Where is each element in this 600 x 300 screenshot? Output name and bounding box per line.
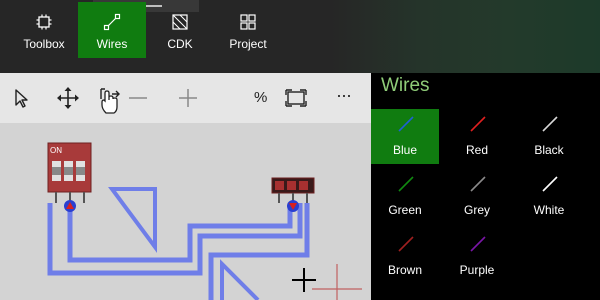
wire-option-brown[interactable]: Brown [371,229,439,284]
wire-icon [103,13,121,31]
tab-project[interactable]: Project [214,2,282,58]
chip-icon [36,14,52,30]
wire-option-label: White [533,203,565,217]
circuit-drawing: ON [47,142,362,300]
wire-option-blue[interactable]: Blue [371,109,439,164]
fit-to-screen-icon[interactable] [283,85,309,111]
cdk-icon [172,14,188,30]
tab-wires[interactable]: Wires [78,2,146,58]
zoom-in-icon[interactable] [175,85,201,111]
wire-option-label: Purple [459,263,495,277]
tab-cdk[interactable]: CDK [146,2,214,58]
circuit-canvas[interactable]: ON [0,123,371,300]
more-options-button[interactable]: ··· [336,85,352,106]
brown-wire-icon [398,236,414,252]
panel-title: Wires [381,75,430,96]
wire-option-label: Blue [392,143,418,157]
blue-wire-route[interactable] [47,203,310,300]
white-wire-icon [542,176,558,192]
wire-option-purple[interactable]: Purple [443,229,511,284]
grey-wire-icon [470,176,486,192]
wire-option-green[interactable]: Green [371,169,439,224]
tab-wires-label: Wires [96,37,128,51]
tool-bar: % ··· [0,73,371,123]
wire-option-grey[interactable]: Grey [443,169,511,224]
wire-option-label: Black [534,143,564,157]
tab-toolbox[interactable]: Toolbox [10,2,78,58]
purple-wire-icon [470,236,486,252]
grid-icon [240,14,256,30]
blue-wire-icon [398,116,414,132]
wire-option-black[interactable]: Black [515,109,583,164]
dip-switch-label: ON [50,146,62,155]
tab-toolbox-label: Toolbox [23,37,65,51]
wire-option-white[interactable]: White [515,169,583,224]
zoom-percent-button[interactable]: % [254,89,267,106]
wire-option-label: Green [388,203,422,217]
wire-option-label: Red [465,143,488,157]
red-wire-icon [470,116,486,132]
blue-wire-segment[interactable] [108,187,157,254]
wires-panel: Wires Blue Red Black Green Grey White Br… [371,73,600,300]
wire-option-label: Brown [387,263,422,277]
wire-option-label: Grey [463,203,490,217]
top-nav-bar: Toolbox Wires CDK Project [0,0,600,73]
wire-option-red[interactable]: Red [443,109,511,164]
red-crosshair-guide-icon [312,264,362,300]
dip-switch-component[interactable]: ON [47,142,92,212]
black-wire-icon [542,116,558,132]
pointer-select-icon[interactable] [8,85,34,111]
zoom-out-icon[interactable] [126,85,152,111]
blue-wire-segment-lower[interactable] [220,259,260,300]
move-icon[interactable] [55,85,81,111]
tab-project-label: Project [229,37,267,51]
tab-cdk-label: CDK [167,37,193,51]
green-wire-icon [398,176,414,192]
hand-pan-icon[interactable] [97,85,123,115]
